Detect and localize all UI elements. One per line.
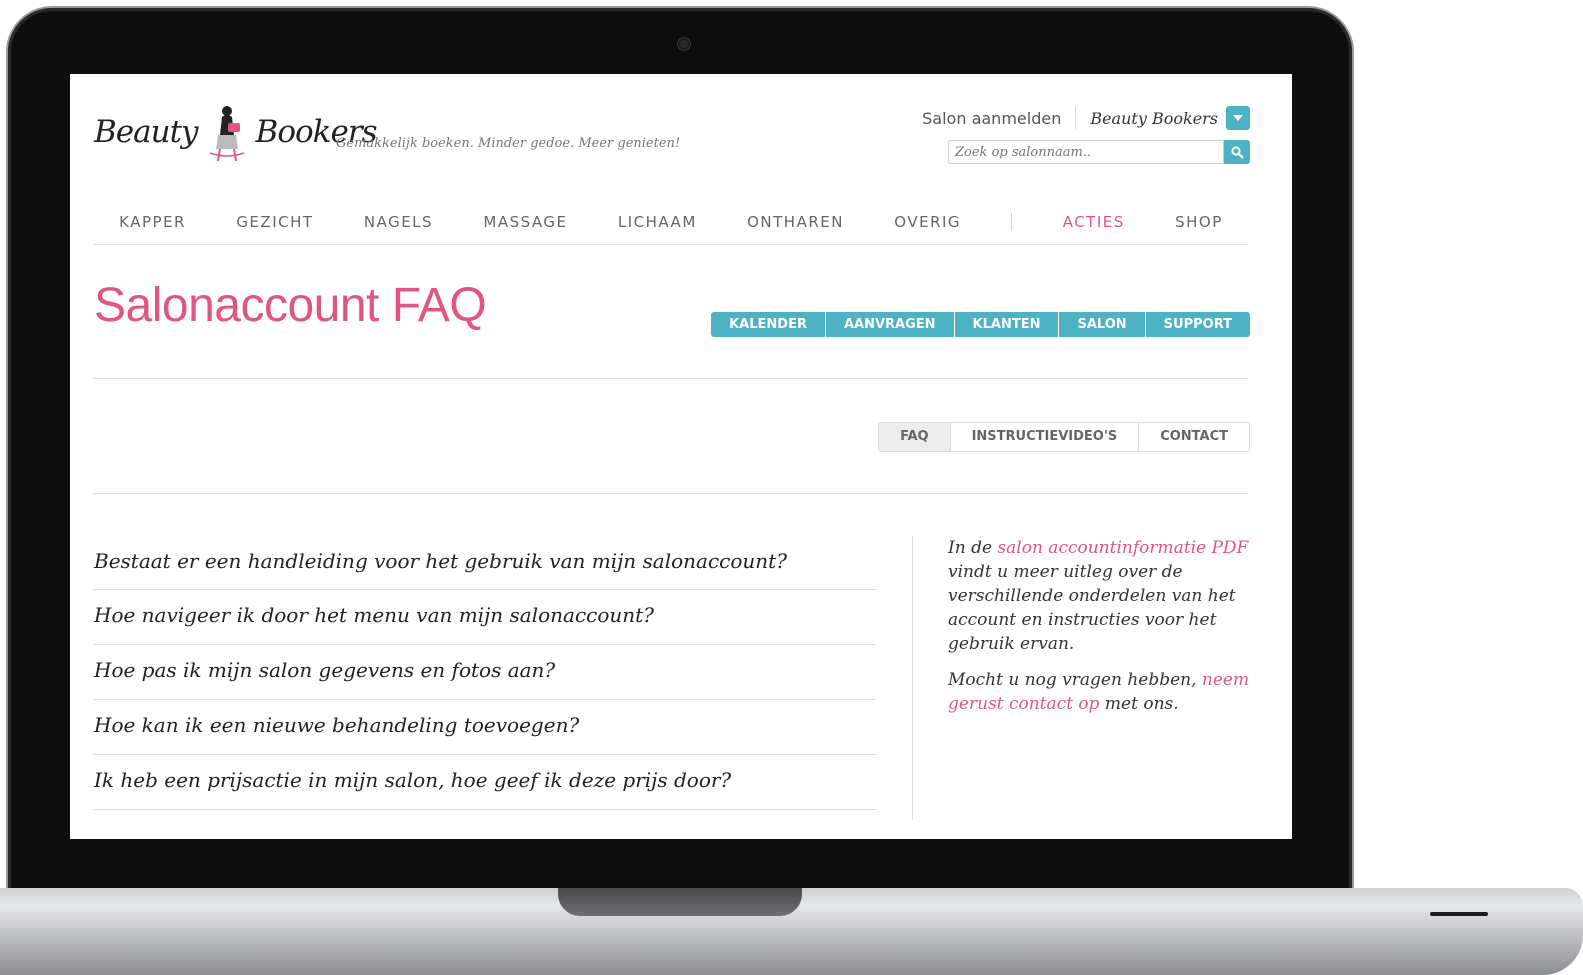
subtab-faq[interactable]: FAQ (879, 423, 951, 451)
divider (94, 378, 1248, 379)
logo-figure-icon (209, 106, 244, 162)
search-bar (948, 140, 1250, 164)
faq-item[interactable]: Ik heb een prijsactie in mijn salon, hoe… (94, 755, 876, 810)
pdf-link[interactable]: salon accountinformatie PDF (997, 538, 1248, 558)
account-dropdown-button[interactable] (1226, 106, 1250, 130)
nav-shop[interactable]: SHOP (1175, 213, 1223, 231)
nav-nagels[interactable]: NAGELS (364, 213, 433, 231)
nav-ontharen[interactable]: ONTHAREN (747, 213, 844, 231)
page-title: Salonaccount FAQ (94, 279, 487, 332)
nav-lichaam[interactable]: LICHAAM (618, 213, 697, 231)
sidebar-paragraph-2: Mocht u nog vragen hebben, neem gerust c… (948, 668, 1252, 716)
subtab-instructievideos[interactable]: INSTRUCTIEVIDEO'S (950, 423, 1140, 451)
nav-kapper[interactable]: KAPPER (119, 213, 186, 231)
column-divider (912, 536, 913, 820)
support-sub-tabs: FAQ INSTRUCTIEVIDEO'S CONTACT (878, 422, 1250, 452)
logo-text-left: Beauty (94, 114, 199, 150)
tab-kalender[interactable]: KALENDER (711, 312, 826, 337)
faq-item[interactable]: Hoe kan ik een nieuwe behandeling toevoe… (94, 700, 876, 755)
laptop-base-line (1430, 912, 1488, 916)
sidebar-text: met ons. (1099, 694, 1179, 714)
faq-sidebar: In de salon accountinformatie PDF vindt … (948, 536, 1252, 728)
sidebar-text: Mocht u nog vragen hebben, (948, 670, 1202, 690)
search-button[interactable] (1224, 140, 1250, 164)
main-nav: KAPPER GEZICHT NAGELS MASSAGE LICHAAM ON… (94, 200, 1248, 245)
nav-overig[interactable]: OVERIG (894, 213, 961, 231)
camera-icon (678, 38, 690, 50)
nav-acties[interactable]: ACTIES (1063, 213, 1125, 231)
faq-item[interactable]: Bestaat er een handleiding voor het gebr… (94, 536, 876, 590)
salon-register-link[interactable]: Salon aanmelden (922, 109, 1061, 128)
tagline: Gemakkelijk boeken. Minder gedoe. Meer g… (336, 136, 681, 151)
sidebar-text: vindt u meer uitleg over de verschillend… (948, 562, 1236, 654)
search-icon (1230, 145, 1244, 159)
tab-support[interactable]: SUPPORT (1146, 312, 1250, 337)
laptop-notch (558, 888, 802, 916)
account-tabs: KALENDER AANVRAGEN KLANTEN SALON SUPPORT (711, 312, 1250, 337)
faq-item[interactable]: Hoe pas ik mijn salon gegevens en fotos … (94, 645, 876, 700)
faq-list: Bestaat er een handleiding voor het gebr… (94, 536, 876, 810)
sidebar-text: In de (948, 538, 998, 558)
account-name[interactable]: Beauty Bookers (1090, 109, 1218, 128)
faq-item[interactable]: Hoe navigeer ik door het menu van mijn s… (94, 590, 876, 645)
top-links: Salon aanmelden Beauty Bookers (922, 106, 1250, 130)
tab-aanvragen[interactable]: AANVRAGEN (826, 312, 955, 337)
sidebar-paragraph-1: In de salon accountinformatie PDF vindt … (948, 536, 1252, 656)
screen: Beauty Bookers Gemakkelijk boeken. Minde… (70, 74, 1292, 839)
tab-salon[interactable]: SALON (1059, 312, 1146, 337)
tab-klanten[interactable]: KLANTEN (955, 312, 1060, 337)
search-input[interactable] (948, 140, 1224, 164)
divider (94, 493, 1248, 494)
top-links-divider (1075, 107, 1077, 129)
nav-divider (1011, 213, 1013, 231)
nav-gezicht[interactable]: GEZICHT (236, 213, 313, 231)
nav-massage[interactable]: MASSAGE (483, 213, 567, 231)
subtab-contact[interactable]: CONTACT (1139, 423, 1249, 451)
chevron-down-icon (1233, 115, 1243, 121)
logo[interactable]: Beauty Bookers (94, 102, 378, 162)
